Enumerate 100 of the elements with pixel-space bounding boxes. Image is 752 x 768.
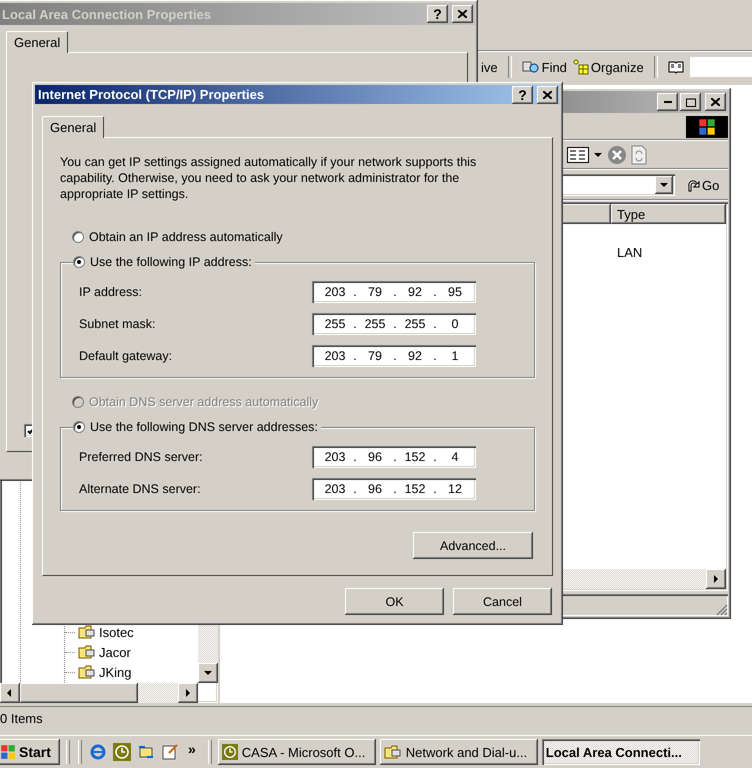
folder-icon — [78, 624, 96, 640]
ok-button[interactable]: OK — [345, 588, 444, 615]
ip-octet: 203 — [324, 482, 346, 496]
ip-address-field[interactable]: 203 . 79 . 92 . 1 — [312, 345, 476, 367]
ip-octet: 92 — [407, 349, 423, 363]
octet-separator: . — [392, 317, 398, 331]
scroll-right-button[interactable] — [178, 683, 198, 703]
ip-address-field[interactable]: 203 . 96 . 152 . 4 — [312, 446, 476, 468]
right-arrow-icon — [183, 688, 193, 698]
octet-separator: . — [432, 450, 438, 464]
resize-grip-icon — [714, 602, 728, 616]
toolbar-button[interactable]: ive — [481, 60, 498, 74]
radio-button[interactable] — [73, 256, 85, 268]
folder-icon — [78, 664, 96, 680]
ip-octet: 92 — [407, 285, 423, 299]
table-cell: LAN — [617, 244, 642, 260]
help-button[interactable]: ? — [512, 86, 533, 104]
minimize-button[interactable] — [657, 93, 678, 111]
octet-separator: . — [352, 317, 358, 331]
close-icon — [711, 98, 720, 106]
address-field[interactable] — [690, 57, 752, 77]
more-button[interactable]: » — [188, 741, 196, 757]
down-arrow-icon — [659, 180, 669, 190]
scroll-down-button[interactable] — [198, 663, 218, 683]
ip-octet: 255 — [404, 317, 426, 331]
ip-address-field[interactable]: 203 . 79 . 92 . 95 — [312, 281, 476, 303]
start-button[interactable]: Start — [0, 739, 60, 765]
ip-octet: 4 — [450, 450, 460, 464]
ip-octet: 203 — [324, 450, 346, 464]
down-arrow-icon — [203, 668, 213, 678]
refresh-icon — [631, 145, 647, 165]
scroll-left-button[interactable] — [0, 683, 20, 703]
description-text: You can get IP settings assigned automatically if your network supports this capability. Otherwise, you need to ask your network administrator for the appropriate IP settings. — [60, 154, 478, 202]
browser-icon — [89, 743, 107, 761]
ip-octet: 79 — [367, 285, 383, 299]
ip-octet: 79 — [367, 349, 383, 363]
ip-address-field[interactable]: 203 . 96 . 152 . 12 — [312, 478, 476, 500]
ip-octet: 1 — [450, 349, 460, 363]
close-icon — [543, 90, 552, 98]
radio-button[interactable] — [73, 421, 85, 433]
go-arrow-icon — [687, 178, 701, 192]
maximize-button[interactable] — [680, 93, 701, 111]
clock-icon — [113, 743, 131, 761]
octet-separator: . — [392, 450, 398, 464]
ip-octet: 255 — [324, 317, 346, 331]
octet-separator: . — [352, 482, 358, 496]
octet-separator: . — [432, 482, 438, 496]
taskbar-button[interactable]: Local Area Connecti... — [542, 739, 700, 765]
scroll-thumb[interactable] — [20, 683, 138, 703]
folder-icon — [384, 744, 402, 760]
close-icon — [458, 10, 467, 18]
octet-separator: . — [392, 349, 398, 363]
folder-icon — [78, 644, 96, 660]
windows-logo-icon — [0, 744, 16, 760]
octet-separator: . — [352, 285, 358, 299]
octet-separator: . — [352, 349, 358, 363]
tree-item[interactable]: Isotec — [65, 622, 198, 642]
window-title: Internet Protocol (TCP/IP) Properties — [38, 87, 266, 102]
field-label: Subnet mask: — [79, 317, 156, 331]
radio-button[interactable] — [72, 230, 84, 242]
octet-separator: . — [392, 482, 398, 496]
maximize-icon — [686, 98, 696, 106]
cancel-button[interactable]: Cancel — [453, 588, 552, 615]
window-title: Local Area Connection Properties — [2, 6, 212, 22]
ip-octet: 12 — [447, 482, 463, 496]
ip-octet: 203 — [324, 349, 346, 363]
advanced-button[interactable]: Advanced... — [413, 532, 533, 559]
toolbar-button[interactable]: Find — [522, 59, 567, 75]
field-label: Alternate DNS server: — [79, 482, 202, 496]
ip-address-field[interactable]: 255 . 255 . 255 . 0 — [312, 313, 476, 335]
ip-octet: 95 — [447, 285, 463, 299]
tree-item[interactable]: Jacor — [65, 642, 198, 662]
toolbar-button[interactable]: Organize — [572, 59, 644, 75]
tab[interactable]: General — [6, 31, 68, 53]
taskbar-button[interactable]: CASA - Microsoft O... — [218, 739, 376, 765]
ip-octet: 203 — [324, 285, 346, 299]
views-icon — [567, 147, 589, 163]
octet-separator: . — [432, 285, 438, 299]
check-icon — [26, 426, 34, 434]
close-button[interactable] — [452, 5, 473, 23]
help-button[interactable]: ? — [427, 5, 448, 23]
minimize-icon — [664, 101, 672, 103]
field-label: Default gateway: — [79, 349, 174, 363]
close-button[interactable] — [537, 86, 558, 104]
radio-label[interactable]: Obtain an IP address automatically — [89, 230, 283, 244]
tab[interactable]: General — [42, 116, 104, 138]
tree-item[interactable]: JKing — [65, 662, 198, 682]
column-header[interactable]: Type — [611, 204, 726, 224]
ip-octet: 96 — [367, 482, 383, 496]
windows-logo-icon — [698, 118, 716, 136]
close-button[interactable] — [705, 93, 726, 111]
notepad-icon — [161, 743, 179, 761]
octet-separator: . — [432, 317, 438, 331]
stop-icon — [607, 145, 627, 165]
taskbar-button[interactable]: Network and Dial-u... — [380, 739, 538, 765]
ip-octet: 255 — [364, 317, 386, 331]
scroll-right-button[interactable] — [706, 569, 726, 589]
right-arrow-icon — [711, 574, 721, 584]
octet-separator: . — [352, 450, 358, 464]
field-label: IP address: — [79, 285, 144, 299]
